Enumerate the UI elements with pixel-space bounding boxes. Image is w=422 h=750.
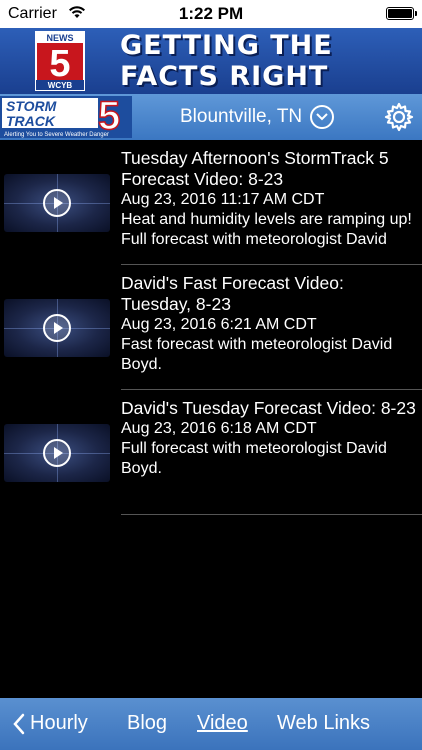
- location-label: Blountville, TN: [180, 106, 303, 127]
- tab-blog[interactable]: Blog: [127, 712, 167, 735]
- svg-text:Alerting You to Severe Weather: Alerting You to Severe Weather Danger: [4, 132, 109, 138]
- video-thumbnail[interactable]: [4, 424, 110, 482]
- banner-line-2: FACTS RIGHT: [120, 61, 329, 92]
- gear-icon[interactable]: [384, 102, 414, 132]
- play-icon: [43, 314, 71, 342]
- item-description: Full forecast with meteorologist David B…: [121, 440, 387, 477]
- clock: 1:22 PM: [178, 4, 244, 23]
- tab-hourly[interactable]: Hourly: [30, 712, 88, 735]
- status-bar: Carrier 1:22 PM: [0, 0, 422, 28]
- video-thumbnail[interactable]: [4, 299, 110, 357]
- item-date: Aug 23, 2016 6:21 AM CDT: [121, 316, 317, 333]
- tab-web-links[interactable]: Web Links: [277, 712, 370, 735]
- list-item[interactable]: David's Tuesday Forecast Video: 8-23 Aug…: [0, 390, 422, 515]
- bottom-tab-bar: Hourly Blog Video Web Links: [0, 698, 422, 750]
- svg-text:STORM: STORM: [6, 98, 57, 114]
- chevron-left-icon[interactable]: [12, 712, 26, 736]
- chevron-down-icon: [310, 105, 335, 129]
- ad-banner[interactable]: NEWS 5 WCYB GETTING THE FACTS RIGHT: [0, 28, 422, 94]
- location-selector[interactable]: Blountville, TN: [180, 102, 335, 132]
- video-list: Tuesday Afternoon's StormTrack 5 Forecas…: [0, 140, 422, 515]
- item-title: David's Fast Forecast Video: Tuesday, 8-…: [121, 273, 344, 314]
- svg-text:NEWS: NEWS: [47, 33, 74, 43]
- list-item[interactable]: Tuesday Afternoon's StormTrack 5 Forecas…: [0, 140, 422, 265]
- app-header: STORM TRACK 5 Alerting You to Severe Wea…: [0, 94, 422, 140]
- item-description: Fast forecast with meteorologist David B…: [121, 336, 393, 373]
- item-description: Heat and humidity levels are ramping up!…: [121, 211, 412, 248]
- divider: [121, 514, 422, 515]
- video-thumbnail[interactable]: [4, 174, 110, 232]
- item-text: David's Fast Forecast Video: Tuesday, 8-…: [121, 273, 416, 375]
- item-title: David's Tuesday Forecast Video: 8-23: [121, 398, 416, 418]
- banner-headline: GETTING THE FACTS RIGHT: [120, 30, 420, 92]
- news5-logo: NEWS 5 WCYB: [35, 31, 85, 91]
- svg-text:5: 5: [49, 43, 70, 85]
- tab-video[interactable]: Video: [197, 712, 248, 735]
- banner-line-1: GETTING THE: [120, 30, 333, 61]
- item-title: Tuesday Afternoon's StormTrack 5 Forecas…: [121, 148, 389, 189]
- item-date: Aug 23, 2016 6:18 AM CDT: [121, 420, 317, 437]
- svg-text:WCYB: WCYB: [48, 81, 73, 90]
- item-text: David's Tuesday Forecast Video: 8-23 Aug…: [121, 398, 416, 479]
- play-icon: [43, 439, 71, 467]
- stormtrack5-logo: STORM TRACK 5 Alerting You to Severe Wea…: [0, 96, 132, 138]
- item-date: Aug 23, 2016 11:17 AM CDT: [121, 191, 325, 208]
- battery-icon: [386, 7, 417, 20]
- svg-text:TRACK: TRACK: [6, 113, 56, 129]
- play-icon: [43, 189, 71, 217]
- list-item[interactable]: David's Fast Forecast Video: Tuesday, 8-…: [0, 265, 422, 390]
- item-text: Tuesday Afternoon's StormTrack 5 Forecas…: [121, 148, 416, 250]
